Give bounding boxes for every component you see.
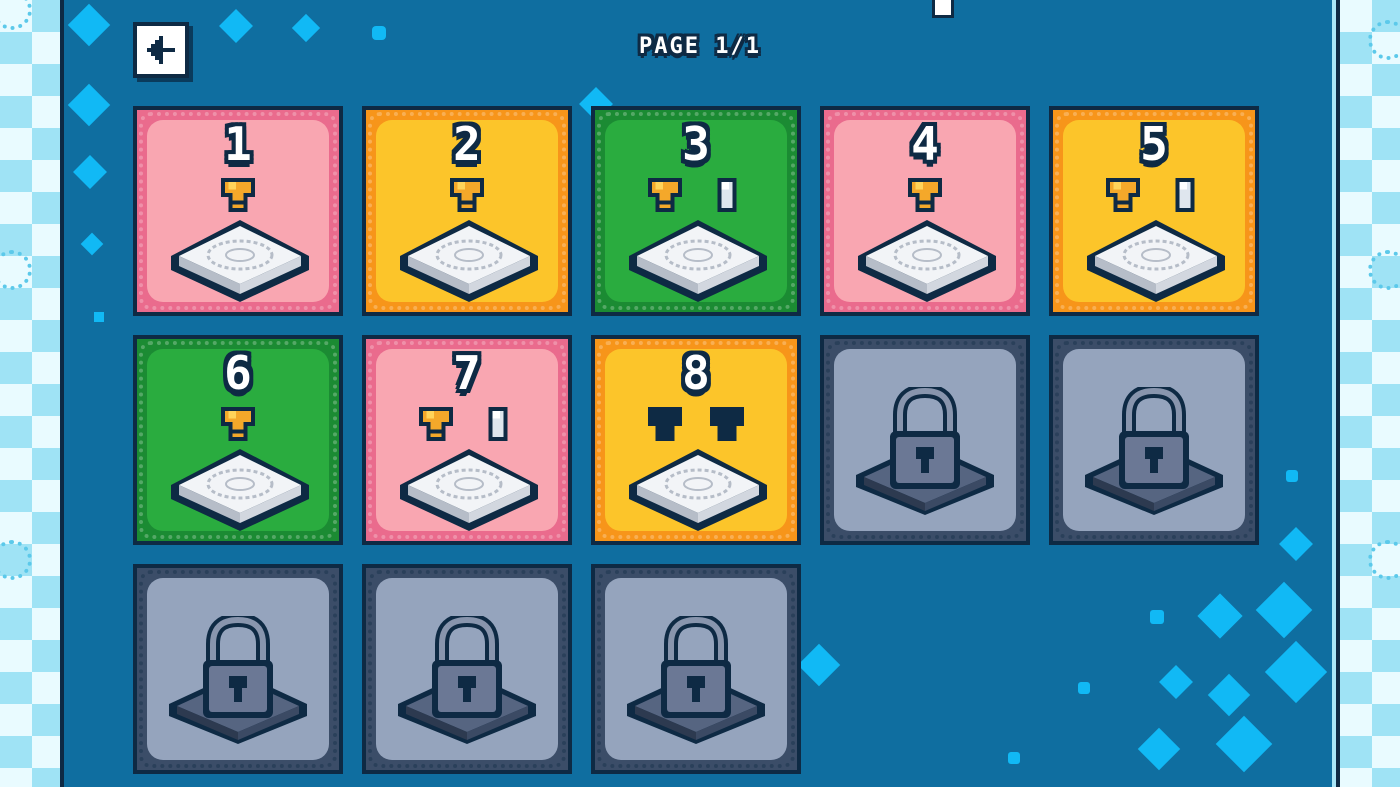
bonus-icon [710,178,744,216]
achievement-icons [595,178,797,214]
achievement-icons [1053,178,1255,214]
left-border-pattern [0,0,64,787]
level-number: 8 [682,346,710,400]
level-tile-7[interactable]: 7 [362,335,572,545]
back-button[interactable] [133,22,189,78]
right-border-pattern [1336,0,1400,787]
achievement-icons [595,407,797,443]
page-indicator: PAGE 1/1 [639,34,761,59]
arrow-left-icon [147,36,175,64]
lock-icon [1083,383,1225,521]
pressure-plate-icon [169,218,311,306]
level-tile-locked[interactable] [820,335,1030,545]
level-tile-2[interactable]: 2 [362,106,572,316]
level-tile-locked[interactable] [362,564,572,774]
level-tile-8[interactable]: 8 [591,335,801,545]
trophy-icon [1106,178,1140,216]
trophy-icon [908,178,942,216]
level-number: 3 [682,117,710,171]
level-tile-locked[interactable] [1049,335,1259,545]
achievement-icons [824,178,1026,214]
achievement-icons [366,178,568,214]
level-number: 6 [224,346,252,400]
level-number: 7 [453,346,481,400]
level-number: 5 [1140,117,1168,171]
lock-icon [396,612,538,750]
pressure-plate-icon [398,218,540,306]
lock-icon [167,612,309,750]
pressure-plate-icon [627,447,769,535]
level-tile-locked[interactable] [591,564,801,774]
achievement-icons [366,407,568,443]
achievement-icons [137,178,339,214]
level-number: 2 [453,117,481,171]
level-tile-6[interactable]: 6 [133,335,343,545]
achievement-icons [137,407,339,443]
trophy-icon [221,407,255,445]
lock-icon [854,383,996,521]
lock-icon [625,612,767,750]
bonus-icon [481,407,515,445]
pressure-plate-icon [398,447,540,535]
pointer-marker [932,0,954,18]
trophy-icon [419,407,453,445]
pressure-plate-icon [169,447,311,535]
level-number: 1 [224,117,252,171]
level-tile-4[interactable]: 4 [820,106,1030,316]
pressure-plate-icon [627,218,769,306]
level-number: 4 [911,117,939,171]
level-tile-locked[interactable] [133,564,343,774]
trophy-icon [221,178,255,216]
level-tile-5[interactable]: 5 [1049,106,1259,316]
trophy-icon [450,178,484,216]
trophy-icon [648,178,682,216]
trophy-empty-icon [648,407,682,445]
pressure-plate-icon [856,218,998,306]
level-tile-1[interactable]: 1 [133,106,343,316]
bonus-empty-icon [710,407,744,445]
pressure-plate-icon [1085,218,1227,306]
bonus-icon [1168,178,1202,216]
level-tile-3[interactable]: 3 [591,106,801,316]
